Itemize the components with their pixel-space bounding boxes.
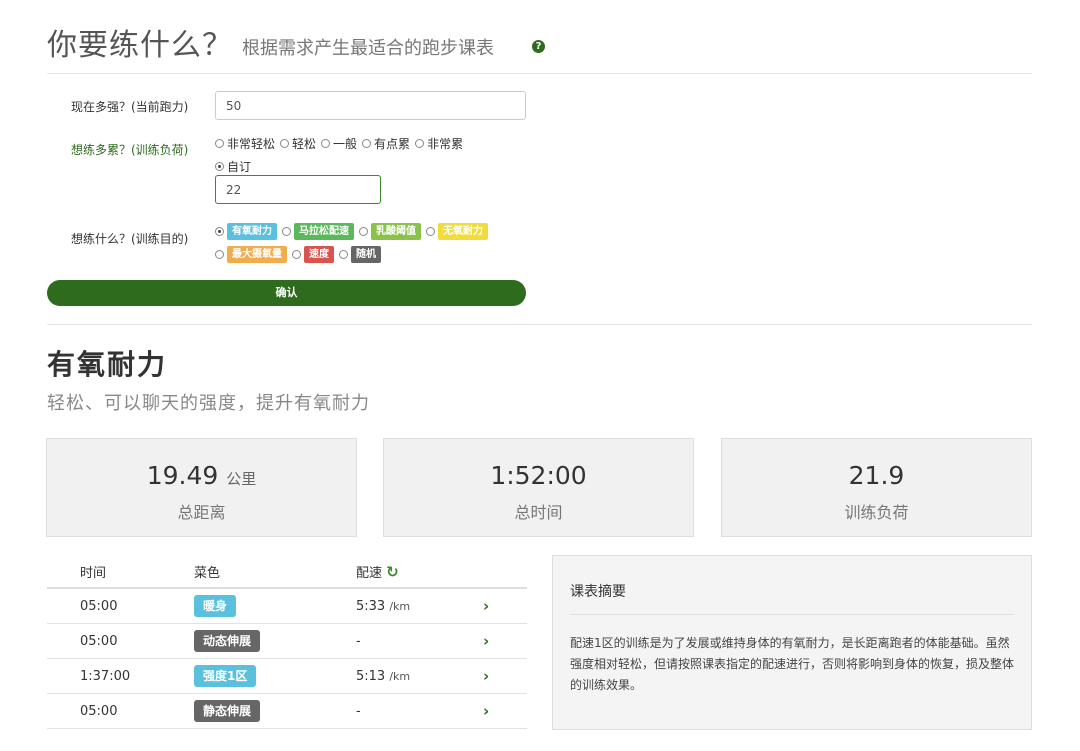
radio-button[interactable] xyxy=(359,227,368,236)
load-option-very-easy[interactable]: 非常轻松 xyxy=(215,135,275,152)
header-menu: 菜色 xyxy=(194,555,356,589)
menu-tag: 静态伸展 xyxy=(194,700,261,722)
training-load-options: 非常轻松 轻松 一般 有点累 非常累 xyxy=(215,135,465,152)
row-time: 1:37:00 xyxy=(47,658,194,694)
load-option-somewhat-hard[interactable]: 有点累 xyxy=(362,135,410,152)
radio-button[interactable] xyxy=(280,139,290,148)
goal-chip[interactable]: 随机 xyxy=(351,246,381,263)
training-goal-options-row2: 最大摄氧量 速度 随机 xyxy=(215,246,383,263)
row-pace: 5:33 /km xyxy=(356,588,483,624)
chevron-right-icon[interactable]: › xyxy=(483,597,489,615)
load-option-moderate[interactable]: 一般 xyxy=(321,135,357,152)
question-circle-icon[interactable]: ? xyxy=(532,40,545,53)
goal-option-aerobic[interactable]: 有氧耐力 xyxy=(215,223,277,240)
goal-chip[interactable]: 马拉松配速 xyxy=(294,223,354,240)
stat-label: 总距离 xyxy=(177,503,226,522)
radio-button[interactable] xyxy=(362,139,372,148)
stat-value: 1:52:00 xyxy=(490,461,587,490)
radio-button-selected[interactable] xyxy=(215,162,224,171)
training-load-label: 想练多累？(训练负荷) xyxy=(71,143,189,157)
goal-option-lactate-threshold[interactable]: 乳酸阈值 xyxy=(359,223,421,240)
radio-button-selected[interactable] xyxy=(215,227,224,236)
table-header: 时间 菜色 配速 ↻ xyxy=(47,555,527,589)
menu-tag: 暖身 xyxy=(194,595,237,617)
table-row[interactable]: 05:00 静态伸展 - › xyxy=(47,693,527,729)
radio-button[interactable] xyxy=(282,227,291,236)
goal-option-marathon-pace[interactable]: 马拉松配速 xyxy=(282,223,354,240)
goal-chip[interactable]: 最大摄氧量 xyxy=(227,246,287,263)
goal-option-random[interactable]: 随机 xyxy=(339,246,381,263)
stat-card-distance: 19.49 公里 总距离 xyxy=(46,438,357,537)
row-time: 05:00 xyxy=(47,623,194,659)
chevron-right-icon[interactable]: › xyxy=(483,702,489,720)
radio-button[interactable] xyxy=(292,250,301,259)
load-option-easy[interactable]: 轻松 xyxy=(280,135,316,152)
stat-label: 训练负荷 xyxy=(844,503,909,522)
table-row[interactable]: 05:00 暖身 5:33 /km › xyxy=(47,588,527,624)
header-action xyxy=(483,555,527,589)
stat-card-load: 21.9 训练负荷 xyxy=(721,438,1032,537)
row-time: 05:00 xyxy=(47,693,194,729)
chevron-right-icon[interactable]: › xyxy=(483,667,489,685)
goal-option-anaerobic[interactable]: 无氧耐力 xyxy=(426,223,488,240)
current-fitness-label: 现在多强？(当前跑力) xyxy=(71,100,189,114)
refresh-icon[interactable]: ↻ xyxy=(386,563,399,581)
radio-button[interactable] xyxy=(215,250,224,259)
chevron-right-icon[interactable]: › xyxy=(483,632,489,650)
row-pace: - xyxy=(356,623,483,659)
stat-card-time: 1:52:00 总时间 xyxy=(383,438,694,537)
current-fitness-input[interactable]: 50 xyxy=(215,91,526,120)
goal-chip[interactable]: 有氧耐力 xyxy=(227,223,277,240)
row-pace: 5:13 /km xyxy=(356,658,483,694)
divider xyxy=(47,73,1032,74)
goal-chip[interactable]: 速度 xyxy=(304,246,334,263)
goal-option-vo2max[interactable]: 最大摄氧量 xyxy=(215,246,287,263)
table-row[interactable]: 1:37:00 强度1区 5:13 /km › xyxy=(47,658,527,694)
training-goal-options-row1: 有氧耐力 马拉松配速 乳酸阈值 无氧耐力 xyxy=(215,223,490,240)
menu-tag: 强度1区 xyxy=(194,665,257,687)
training-goal-label: 想练什么？(训练目的) xyxy=(71,232,189,246)
menu-tag: 动态伸展 xyxy=(194,630,261,652)
divider xyxy=(47,324,1032,325)
header-pace: 配速 ↻ xyxy=(356,555,483,589)
table-row[interactable]: 05:00 动态伸展 - › xyxy=(47,623,527,659)
goal-chip[interactable]: 无氧耐力 xyxy=(438,223,488,240)
summary-panel: 课表摘要 配速1区的训练是为了发展或维持身体的有氧耐力，是长距离跑者的体能基础。… xyxy=(552,555,1032,730)
radio-button[interactable] xyxy=(215,139,224,148)
radio-button[interactable] xyxy=(321,139,331,148)
header-time: 时间 xyxy=(47,555,194,589)
workout-plan-table: 时间 菜色 配速 ↻ 05:00 暖身 5:33 /km › 05:00 动态伸… xyxy=(47,555,527,729)
stat-value: 21.9 xyxy=(848,461,905,490)
radio-button[interactable] xyxy=(415,139,425,148)
summary-body: 配速1区的训练是为了发展或维持身体的有氧耐力，是长距离跑者的体能基础。虽然强度相… xyxy=(570,636,1015,692)
goal-option-speed[interactable]: 速度 xyxy=(292,246,334,263)
row-time: 05:00 xyxy=(47,588,194,624)
radio-button[interactable] xyxy=(426,227,435,236)
load-option-very-hard[interactable]: 非常累 xyxy=(415,135,463,152)
stat-label: 总时间 xyxy=(514,503,563,522)
divider xyxy=(570,614,1014,615)
row-pace: - xyxy=(356,693,483,729)
page-subtitle: 根据需求产生最适合的跑步课表 xyxy=(242,38,494,59)
page-title: 你要练什么？ xyxy=(47,28,233,63)
summary-title: 课表摘要 xyxy=(570,584,626,600)
custom-load-input[interactable]: 22 xyxy=(215,175,381,204)
result-title: 有氧耐力 xyxy=(47,348,168,381)
result-subtitle: 轻松、可以聊天的强度，提升有氧耐力 xyxy=(47,393,370,414)
load-option-custom[interactable]: 自订 xyxy=(215,158,251,175)
confirm-button[interactable]: 确认 xyxy=(47,280,526,306)
goal-chip[interactable]: 乳酸阈值 xyxy=(371,223,421,240)
stat-value: 19.49 公里 xyxy=(146,461,257,490)
radio-button[interactable] xyxy=(339,250,348,259)
